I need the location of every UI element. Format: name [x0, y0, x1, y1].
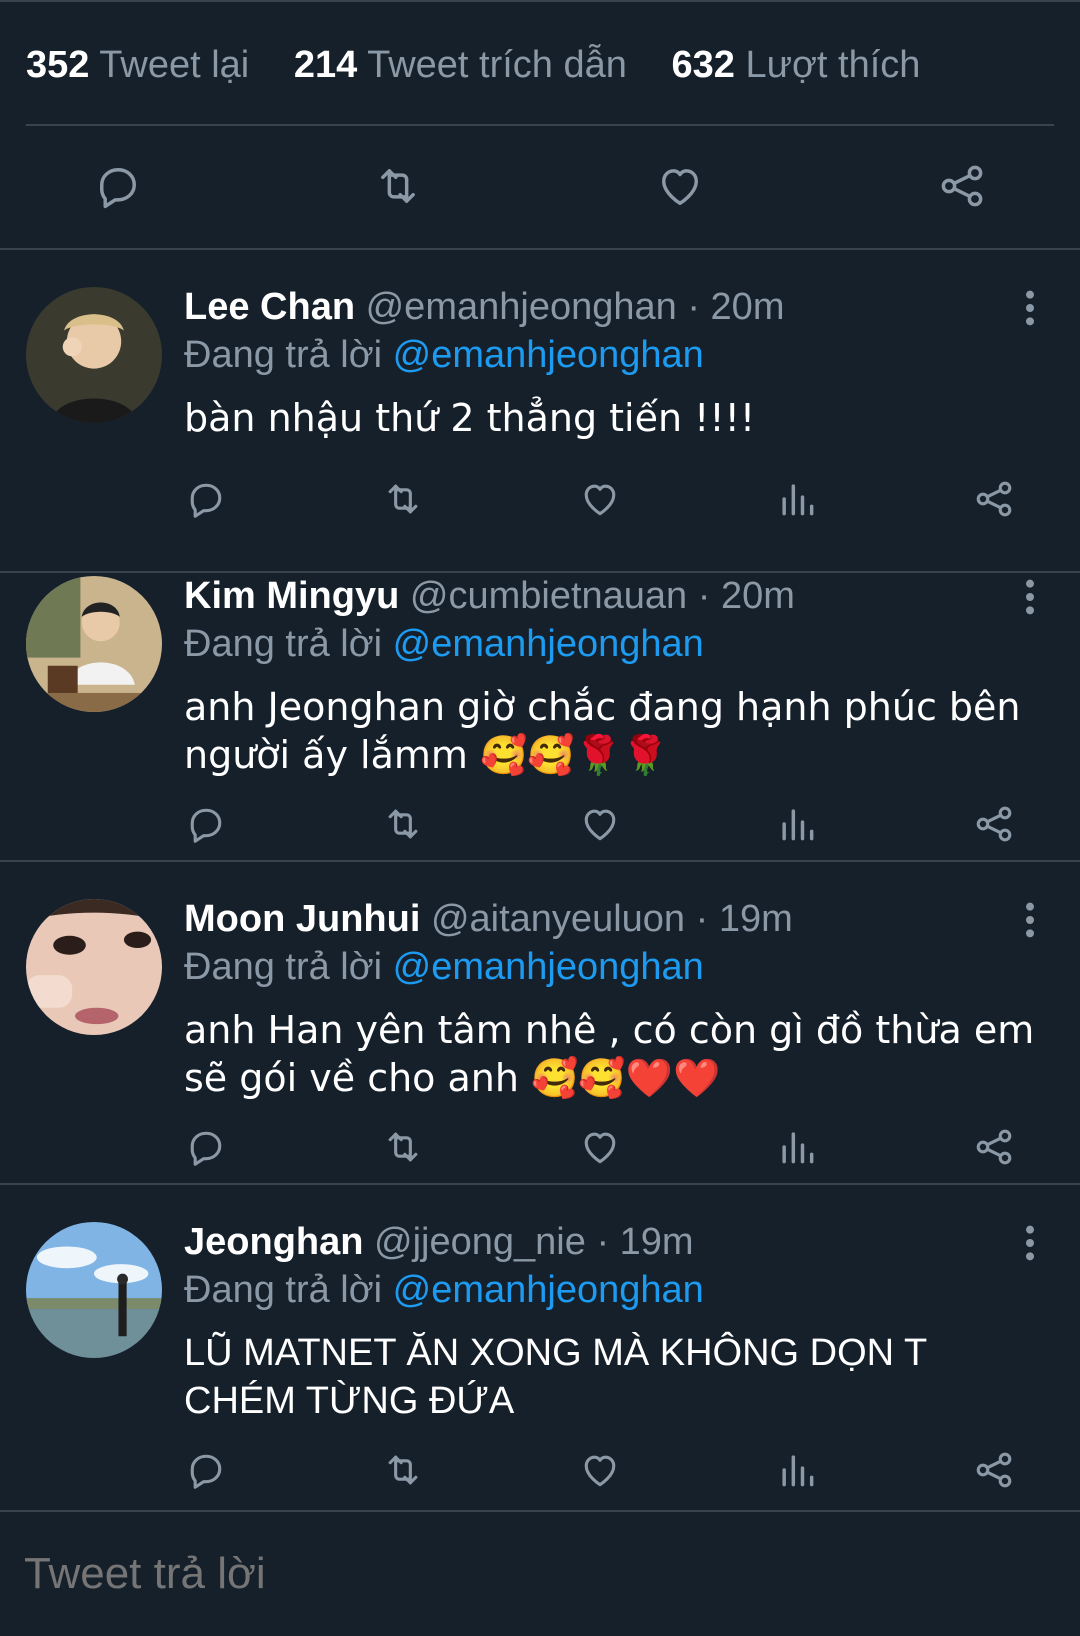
display-name[interactable]: Jeonghan [184, 1221, 363, 1263]
tweet-stats: 352 Tweet lại 214 Tweet trích dẫn 632 Lư… [0, 0, 1080, 126]
share-icon[interactable] [972, 802, 1016, 846]
separator: · [697, 575, 711, 617]
avatar[interactable] [26, 1222, 162, 1358]
reply-icon[interactable] [184, 1125, 228, 1169]
tweet-text: bàn nhậu thứ 2 thẳng tiến !!!! [184, 396, 756, 440]
tweet-text: anh Han yên tâm nhê , có còn gì đồ thừa … [184, 1008, 1035, 1100]
likes-stat[interactable]: 632 Lượt thích [671, 44, 920, 86]
like-icon[interactable] [654, 160, 706, 212]
tweet-text: LŨ MATNET ĂN XONG MÀ KHÔNG DỌN T CHÉM TỪ… [184, 1332, 927, 1422]
reply-tweet[interactable]: Kim Mingyu @cumbietnauan · 20m Đang trả … [0, 539, 1080, 862]
timestamp[interactable]: 20m [721, 575, 795, 617]
display-name[interactable]: Moon Junhui [184, 898, 420, 940]
retweet-icon[interactable] [381, 1448, 425, 1492]
more-options-icon[interactable] [1018, 288, 1042, 328]
like-icon[interactable] [578, 1448, 622, 1492]
reply-icon[interactable] [92, 160, 144, 212]
separator: · [687, 286, 700, 328]
reply-tweet[interactable]: Jeonghan @jjeong_nie · 19m Đang trả lời … [0, 1185, 1080, 1512]
tweet-text: anh Jeonghan giờ chắc đang hạnh phúc bên… [184, 685, 1021, 777]
reply-icon[interactable] [184, 1448, 228, 1492]
tweet-actions [0, 802, 1080, 850]
tweet-header: Lee Chan @emanhjeonghan · 20m [184, 286, 784, 329]
tweet-actions [0, 1448, 1080, 1496]
retweet-icon[interactable] [372, 160, 424, 212]
share-icon[interactable] [972, 1448, 1016, 1492]
mention-link[interactable]: @emanhjeonghan [393, 334, 704, 376]
like-icon[interactable] [578, 802, 622, 846]
tweet-actions [0, 1125, 1080, 1173]
retweet-icon[interactable] [381, 477, 425, 521]
avatar[interactable] [26, 287, 162, 423]
reply-compose-bar [0, 1512, 1080, 1636]
replying-to: Đang trả lời @emanhjeonghan [184, 623, 704, 665]
separator: · [596, 1221, 610, 1263]
display-name[interactable]: Kim Mingyu [184, 575, 399, 617]
replying-to: Đang trả lời @emanhjeonghan [184, 1269, 704, 1311]
display-name[interactable]: Lee Chan [184, 286, 355, 328]
analytics-icon[interactable] [775, 1125, 819, 1169]
more-options-icon[interactable] [1018, 900, 1042, 940]
share-icon[interactable] [972, 1125, 1016, 1169]
avatar[interactable] [26, 576, 162, 712]
avatar[interactable] [26, 899, 162, 1035]
quotes-stat[interactable]: 214 Tweet trích dẫn [294, 44, 627, 86]
reply-icon[interactable] [184, 802, 228, 846]
reply-input[interactable] [22, 1548, 1046, 1600]
share-icon[interactable] [972, 477, 1016, 521]
reply-tweet[interactable]: Lee Chan @emanhjeonghan · 20m Đang trả l… [0, 250, 1080, 573]
tweet-actions [0, 477, 1080, 525]
user-handle[interactable]: @jjeong_nie [374, 1221, 586, 1263]
tweet-header: Moon Junhui @aitanyeuluon · 19m [184, 898, 793, 941]
reply-icon[interactable] [184, 477, 228, 521]
mention-link[interactable]: @emanhjeonghan [393, 1269, 704, 1311]
main-action-bar [0, 124, 1080, 250]
analytics-icon[interactable] [775, 1448, 819, 1492]
replying-to: Đang trả lời @emanhjeonghan [184, 334, 704, 376]
tweet-header: Kim Mingyu @cumbietnauan · 20m [184, 575, 795, 618]
like-icon[interactable] [578, 1125, 622, 1169]
mention-link[interactable]: @emanhjeonghan [393, 623, 704, 665]
retweets-stat[interactable]: 352 Tweet lại [26, 44, 249, 86]
reply-tweet[interactable]: Moon Junhui @aitanyeuluon · 19m Đang trả… [0, 862, 1080, 1185]
user-handle[interactable]: @cumbietnauan [410, 575, 687, 617]
retweet-icon[interactable] [381, 802, 425, 846]
mention-link[interactable]: @emanhjeonghan [393, 946, 704, 988]
retweet-icon[interactable] [381, 1125, 425, 1169]
tweet-header: Jeonghan @jjeong_nie · 19m [184, 1221, 694, 1264]
user-handle[interactable]: @aitanyeuluon [431, 898, 685, 940]
more-options-icon[interactable] [1018, 1223, 1042, 1263]
separator: · [695, 898, 709, 940]
analytics-icon[interactable] [775, 477, 819, 521]
share-icon[interactable] [936, 160, 988, 212]
analytics-icon[interactable] [775, 802, 819, 846]
like-icon[interactable] [578, 477, 622, 521]
timestamp[interactable]: 20m [711, 286, 785, 328]
replying-to: Đang trả lời @emanhjeonghan [184, 946, 704, 988]
timestamp[interactable]: 19m [719, 898, 793, 940]
user-handle[interactable]: @emanhjeonghan [366, 286, 677, 328]
timestamp[interactable]: 19m [620, 1221, 694, 1263]
more-options-icon[interactable] [1018, 577, 1042, 617]
